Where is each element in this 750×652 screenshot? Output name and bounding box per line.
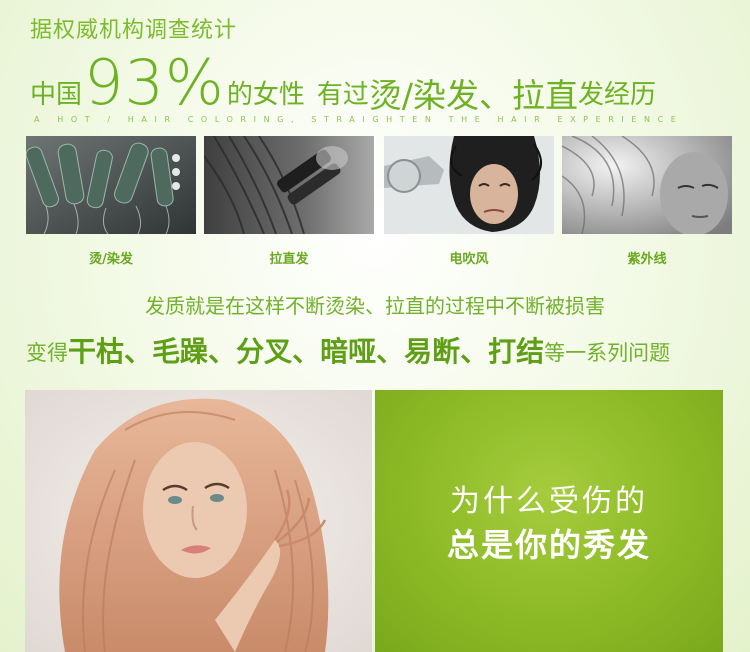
problem-frizz: 毛躁 (152, 335, 209, 368)
problem-dull: 暗哑 (320, 335, 377, 368)
problem-break: 易断 (404, 335, 461, 368)
intro-text: 据权威机构调查统计 (30, 18, 238, 43)
problem-sep: 、 (208, 335, 237, 368)
hair-dryer-photo (384, 136, 554, 234)
caption-straighten: 拉直发 (269, 252, 309, 267)
english-subtitle: A HOT / HAIR COLORING, STRAIGHTEN THE HA… (34, 115, 684, 124)
caption-uv: 紫外线 (627, 252, 667, 267)
headline-percent: 93% (84, 46, 225, 119)
caption-dryer: 电吹风 (449, 252, 489, 267)
headline-had: 有过 (316, 80, 369, 110)
problem-sep: 、 (292, 335, 321, 368)
panel-question-line2: 总是你的秀发 (446, 526, 651, 564)
damage-sentence: 发质就是在这样不断烫染、拉直的过程中不断被损害 (145, 294, 605, 318)
sunlight-hair-photo (562, 136, 732, 234)
headline-comma: 、 (478, 76, 512, 115)
problem-dry: 干枯 (68, 335, 125, 368)
problem-tail: 等一系列问题 (544, 341, 671, 365)
headline-female: 的女性 (226, 80, 305, 110)
headline-straighten: 拉直 (511, 76, 578, 115)
panel-question-line1: 为什么受伤的 (450, 484, 648, 519)
hair-straightener-photo (204, 136, 374, 234)
headline-experience: 发经历 (577, 80, 656, 110)
hair-curlers-photo (26, 136, 196, 234)
caption-perm-dye: 烫/染发 (89, 252, 133, 267)
problem-sep: 、 (376, 335, 405, 368)
problem-tangle: 打结 (488, 335, 545, 368)
problem-lead: 变得 (26, 341, 68, 365)
woman-with-split-ends-photo (25, 390, 372, 652)
problem-sep: 、 (460, 335, 489, 368)
headline: 中国 93% 的女性 有过 烫/染发 、 拉直 发经历 (30, 50, 656, 114)
problem-split: 分叉 (236, 335, 293, 368)
headline-perm-dye: 烫/染发 (368, 76, 479, 115)
problem-sep: 、 (124, 335, 153, 368)
headline-prefix: 中国 (30, 80, 83, 110)
problem-list: 变得 干枯 、 毛躁 、 分叉 、 暗哑 、 易断 、 打结 等一系列问题 (26, 330, 670, 370)
